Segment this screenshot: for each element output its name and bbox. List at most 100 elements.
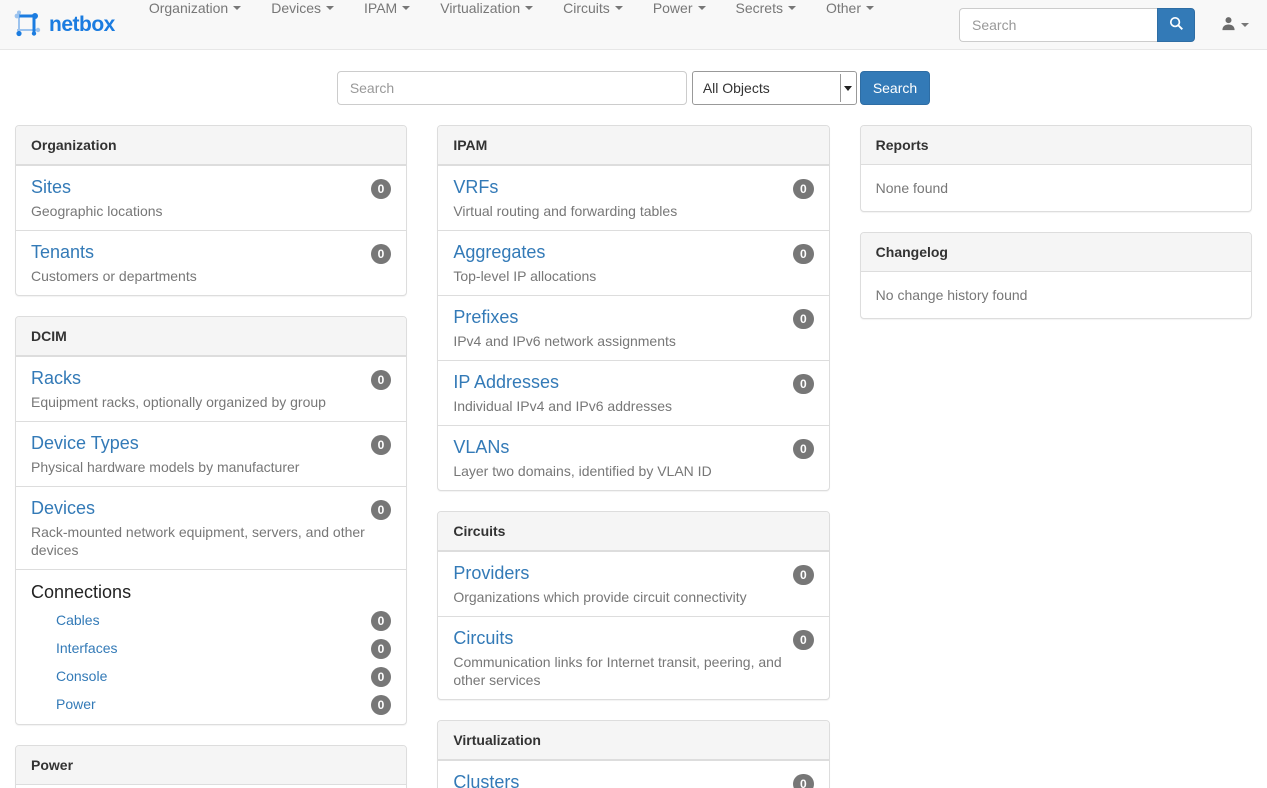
- list-item: 0 Clusters: [438, 760, 828, 788]
- link-vrfs[interactable]: VRFs: [453, 176, 498, 198]
- count-badge: 0: [371, 244, 392, 264]
- link-circuits[interactable]: Circuits: [453, 627, 513, 649]
- panel-title: Circuits: [438, 512, 828, 551]
- panel-circuits: Circuits 0 Providers Organizations which…: [437, 511, 829, 700]
- nav-spacer: [889, 0, 959, 49]
- link-power-connections[interactable]: Power: [56, 696, 96, 712]
- link-providers[interactable]: Providers: [453, 562, 529, 584]
- netbox-brand[interactable]: netbox: [0, 0, 130, 49]
- link-devices[interactable]: Devices: [31, 497, 95, 519]
- link-console[interactable]: Console: [56, 668, 107, 684]
- top-navbar: netbox Organization Devices IPAM Virtual…: [0, 0, 1267, 50]
- list-item: 0 Providers Organizations which provide …: [438, 551, 828, 616]
- list-item: 0 Aggregates Top-level IP allocations: [438, 230, 828, 295]
- count-badge: 0: [793, 565, 814, 585]
- item-description: Individual IPv4 and IPv6 addresses: [453, 397, 813, 415]
- chevron-down-icon: [1241, 23, 1249, 27]
- list-item: 0 Devices Rack-mounted network equipment…: [16, 486, 406, 569]
- column-middle: IPAM 0 VRFs Virtual routing and forwardi…: [422, 125, 844, 788]
- count-badge: 0: [371, 667, 392, 687]
- link-clusters[interactable]: Clusters: [453, 771, 519, 788]
- navbar-search-input[interactable]: [959, 8, 1157, 42]
- link-vlans[interactable]: VLANs: [453, 436, 509, 458]
- user-menu[interactable]: [1209, 0, 1267, 49]
- panel-title: Changelog: [861, 233, 1251, 272]
- link-aggregates[interactable]: Aggregates: [453, 241, 545, 263]
- link-tenants[interactable]: Tenants: [31, 241, 94, 263]
- chevron-down-icon: [866, 6, 874, 10]
- panel-reports: Reports None found: [860, 125, 1252, 212]
- link-ip-addresses[interactable]: IP Addresses: [453, 371, 559, 393]
- nav-ipam[interactable]: IPAM: [349, 0, 425, 16]
- search-icon: [1169, 16, 1184, 34]
- nav-power[interactable]: Power: [638, 0, 721, 16]
- connection-row: 0 Power: [31, 690, 391, 718]
- reports-empty-message: None found: [861, 165, 1251, 211]
- nav-devices[interactable]: Devices: [256, 0, 349, 16]
- connection-row: 0 Console: [31, 662, 391, 690]
- nav-secrets[interactable]: Secrets: [721, 0, 811, 16]
- nav-circuits[interactable]: Circuits: [548, 0, 638, 16]
- list-item: 0 Sites Geographic locations: [16, 165, 406, 230]
- list-item: 0 Racks Equipment racks, optionally orga…: [16, 356, 406, 421]
- connections-heading: Connections: [31, 580, 391, 604]
- panel-title: Virtualization: [438, 721, 828, 760]
- list-item: 0 VRFs Virtual routing and forwarding ta…: [438, 165, 828, 230]
- column-right: Reports None found Changelog No change h…: [845, 125, 1267, 788]
- dashboard-grid: Organization 0 Sites Geographic location…: [0, 125, 1267, 788]
- search-button[interactable]: Search: [860, 71, 930, 105]
- item-description: Physical hardware models by manufacturer: [31, 458, 391, 476]
- item-description: Geographic locations: [31, 202, 391, 220]
- item-description: IPv4 and IPv6 network assignments: [453, 332, 813, 350]
- chevron-down-icon: [525, 6, 533, 10]
- count-badge: 0: [371, 500, 392, 520]
- nav-organization[interactable]: Organization: [134, 0, 256, 16]
- user-icon: [1221, 16, 1236, 34]
- chevron-down-icon: [698, 6, 706, 10]
- item-description: Equipment racks, optionally organized by…: [31, 393, 391, 411]
- chevron-down-icon: [233, 6, 241, 10]
- nav-other[interactable]: Other: [811, 0, 889, 16]
- link-sites[interactable]: Sites: [31, 176, 71, 198]
- list-item: 0 VLANs Layer two domains, identified by…: [438, 425, 828, 490]
- panel-dcim: DCIM 0 Racks Equipment racks, optionally…: [15, 316, 407, 725]
- link-prefixes[interactable]: Prefixes: [453, 306, 518, 328]
- chevron-down-icon: [326, 6, 334, 10]
- list-item: 0 Device Types Physical hardware models …: [16, 421, 406, 486]
- count-badge: 0: [793, 439, 814, 459]
- navbar-search-button[interactable]: [1157, 8, 1195, 42]
- item-description: Communication links for Internet transit…: [453, 653, 813, 689]
- connections-section: Connections 0 Cables 0 Interfaces 0 Cons…: [16, 569, 406, 724]
- link-device-types[interactable]: Device Types: [31, 432, 139, 454]
- item-description: Layer two domains, identified by VLAN ID: [453, 462, 813, 480]
- search-scope-select-wrap: All Objects: [692, 71, 857, 105]
- search-input[interactable]: [337, 71, 687, 105]
- chevron-down-icon: [402, 6, 410, 10]
- link-racks[interactable]: Racks: [31, 367, 81, 389]
- item-description: Rack-mounted network equipment, servers,…: [31, 523, 391, 559]
- search-scope-select[interactable]: All Objects: [692, 71, 857, 105]
- panel-title: Power: [16, 746, 406, 785]
- column-left: Organization 0 Sites Geographic location…: [0, 125, 422, 788]
- nav-virtualization[interactable]: Virtualization: [425, 0, 548, 16]
- count-badge: 0: [371, 695, 392, 715]
- item-description: Virtual routing and forwarding tables: [453, 202, 813, 220]
- count-badge: 0: [371, 435, 392, 455]
- count-badge: 0: [793, 374, 814, 394]
- connection-row: 0 Interfaces: [31, 634, 391, 662]
- list-item: 0 Prefixes IPv4 and IPv6 network assignm…: [438, 295, 828, 360]
- link-interfaces[interactable]: Interfaces: [56, 640, 117, 656]
- count-badge: 0: [793, 179, 814, 199]
- main-nav: Organization Devices IPAM Virtualization…: [134, 0, 889, 49]
- panel-changelog: Changelog No change history found: [860, 232, 1252, 319]
- item-description: Customers or departments: [31, 267, 391, 285]
- count-badge: 0: [371, 611, 392, 631]
- item-description: Top-level IP allocations: [453, 267, 813, 285]
- count-badge: 0: [371, 370, 392, 390]
- link-cables[interactable]: Cables: [56, 612, 100, 628]
- panel-ipam: IPAM 0 VRFs Virtual routing and forwardi…: [437, 125, 829, 491]
- changelog-empty-message: No change history found: [861, 272, 1251, 318]
- count-badge: 0: [793, 774, 814, 788]
- global-search-bar: All Objects Search: [0, 71, 1267, 105]
- list-item: 0 IP Addresses Individual IPv4 and IPv6 …: [438, 360, 828, 425]
